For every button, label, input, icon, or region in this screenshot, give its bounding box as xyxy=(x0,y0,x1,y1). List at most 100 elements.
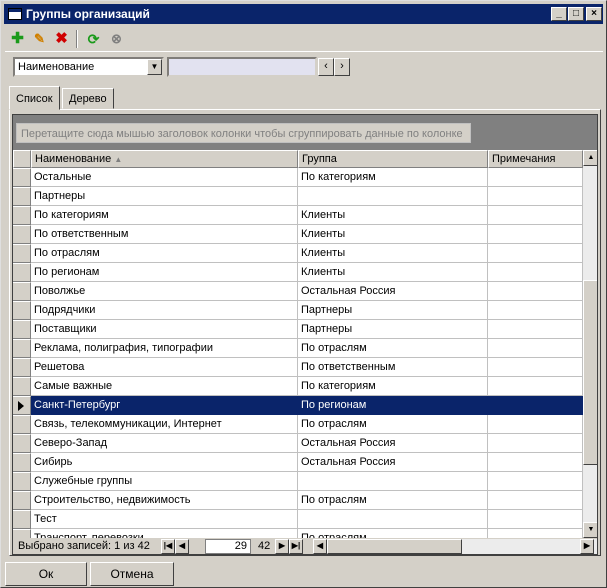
chevron-down-icon[interactable]: ▼ xyxy=(147,59,162,75)
tab-list[interactable]: Список xyxy=(9,86,60,110)
cell-group[interactable]: По отраслям xyxy=(298,529,488,538)
title-bar[interactable]: Группы организаций _ □ × xyxy=(4,4,603,24)
scroll-down-icon[interactable]: ▼ xyxy=(583,522,597,538)
table-row[interactable]: Служебные группы xyxy=(13,472,583,491)
row-indicator[interactable] xyxy=(13,453,31,472)
row-indicator[interactable] xyxy=(13,320,31,339)
cell-group[interactable]: Партнеры xyxy=(298,301,488,320)
next-match-button[interactable]: › xyxy=(334,58,350,76)
scroll-left-icon[interactable]: ◀ xyxy=(313,539,327,554)
cell-notes[interactable] xyxy=(488,472,583,491)
cell-group[interactable] xyxy=(298,187,488,206)
row-indicator[interactable] xyxy=(13,263,31,282)
row-indicator[interactable] xyxy=(13,529,31,538)
filter-field-select[interactable]: Наименование ▼ xyxy=(13,57,164,77)
table-row[interactable]: Реклама, полиграфия, типографии По отрасл… xyxy=(13,339,583,358)
table-row[interactable]: По регионам Клиенты xyxy=(13,263,583,282)
cell-notes[interactable] xyxy=(488,320,583,339)
cell-group[interactable] xyxy=(298,510,488,529)
filter-value-input[interactable] xyxy=(167,57,317,77)
table-row[interactable]: Сибирь Остальная Россия xyxy=(13,453,583,472)
cell-notes[interactable] xyxy=(488,529,583,538)
cell-notes[interactable] xyxy=(488,282,583,301)
cell-name[interactable]: Партнеры xyxy=(31,187,298,206)
prev-match-button[interactable]: ‹ xyxy=(318,58,334,76)
cell-notes[interactable] xyxy=(488,187,583,206)
cell-name[interactable]: По категориям xyxy=(31,206,298,225)
row-indicator[interactable] xyxy=(13,396,31,415)
cell-name[interactable]: Остальные xyxy=(31,168,298,187)
table-row[interactable]: По отраслям Клиенты xyxy=(13,244,583,263)
row-indicator[interactable] xyxy=(13,491,31,510)
cell-group[interactable]: Клиенты xyxy=(298,225,488,244)
cell-name[interactable]: Решетова xyxy=(31,358,298,377)
cell-name[interactable]: По регионам xyxy=(31,263,298,282)
cell-name[interactable]: Строительство, недвижимость xyxy=(31,491,298,510)
cell-notes[interactable] xyxy=(488,339,583,358)
table-row[interactable]: Северо-Запад Остальная Россия xyxy=(13,434,583,453)
table-row[interactable]: Решетова По ответственным xyxy=(13,358,583,377)
cell-notes[interactable] xyxy=(488,491,583,510)
cell-group[interactable]: Клиенты xyxy=(298,263,488,282)
current-record-input[interactable]: 29 xyxy=(205,539,251,554)
cell-group[interactable]: Клиенты xyxy=(298,206,488,225)
close-button[interactable]: × xyxy=(586,7,602,21)
cell-notes[interactable] xyxy=(488,396,583,415)
cell-group[interactable]: По отраслям xyxy=(298,339,488,358)
cell-notes[interactable] xyxy=(488,415,583,434)
cell-name[interactable]: Тест xyxy=(31,510,298,529)
cell-notes[interactable] xyxy=(488,263,583,282)
table-row[interactable]: Партнеры xyxy=(13,187,583,206)
row-indicator[interactable] xyxy=(13,206,31,225)
prev-page-icon[interactable]: ◀ xyxy=(175,539,189,554)
row-indicator[interactable] xyxy=(13,472,31,491)
row-indicator[interactable] xyxy=(13,434,31,453)
table-row[interactable]: Поставщики Партнеры xyxy=(13,320,583,339)
column-header-name[interactable]: Наименование ▲ xyxy=(31,150,298,168)
refresh-icon[interactable]: ⟳ xyxy=(83,29,104,50)
cell-group[interactable]: По категориям xyxy=(298,377,488,396)
table-row[interactable]: Остальные По категориям xyxy=(13,168,583,187)
row-indicator[interactable] xyxy=(13,377,31,396)
cell-name[interactable]: По ответственным xyxy=(31,225,298,244)
cell-group[interactable]: По отраслям xyxy=(298,415,488,434)
table-row[interactable]: По ответственным Клиенты xyxy=(13,225,583,244)
row-indicator[interactable] xyxy=(13,510,31,529)
table-row[interactable]: Поволжье Остальная Россия xyxy=(13,282,583,301)
cell-group[interactable]: Партнеры xyxy=(298,320,488,339)
tab-tree[interactable]: Дерево xyxy=(62,88,114,109)
cell-notes[interactable] xyxy=(488,358,583,377)
row-indicator[interactable] xyxy=(13,225,31,244)
cell-name[interactable]: Транспорт, перевозки xyxy=(31,529,298,538)
row-indicator[interactable] xyxy=(13,282,31,301)
column-header-notes[interactable]: Примечания xyxy=(488,150,583,168)
cell-name[interactable]: Поволжье xyxy=(31,282,298,301)
cancel-button[interactable]: Отмена xyxy=(90,562,174,586)
table-row[interactable]: Связь, телекоммуникации, Интернет По отра… xyxy=(13,415,583,434)
cell-notes[interactable] xyxy=(488,510,583,529)
cell-notes[interactable] xyxy=(488,377,583,396)
cell-notes[interactable] xyxy=(488,434,583,453)
group-by-panel[interactable]: Перетащите сюда мышью заголовок колонки … xyxy=(16,123,471,143)
cell-name[interactable]: Подрядчики xyxy=(31,301,298,320)
row-indicator[interactable] xyxy=(13,187,31,206)
horizontal-scroll-thumb[interactable] xyxy=(327,539,462,554)
cell-notes[interactable] xyxy=(488,225,583,244)
cell-name[interactable]: Поставщики xyxy=(31,320,298,339)
table-row[interactable]: Санкт-Петербург По регионам xyxy=(13,396,583,415)
scroll-up-icon[interactable]: ▲ xyxy=(583,150,597,166)
row-indicator[interactable] xyxy=(13,168,31,187)
vertical-scroll-thumb[interactable] xyxy=(583,280,597,465)
cell-name[interactable]: Сибирь xyxy=(31,453,298,472)
row-indicator[interactable] xyxy=(13,415,31,434)
cell-name[interactable]: Реклама, полиграфия, типографии xyxy=(31,339,298,358)
row-indicator[interactable] xyxy=(13,244,31,263)
cell-group[interactable]: По регионам xyxy=(298,396,488,415)
pencil-icon[interactable]: ✎ xyxy=(29,29,50,50)
cell-group[interactable]: По ответственным xyxy=(298,358,488,377)
table-row[interactable]: Самые важные По категориям xyxy=(13,377,583,396)
cell-notes[interactable] xyxy=(488,453,583,472)
cell-name[interactable]: Связь, телекоммуникации, Интернет xyxy=(31,415,298,434)
cell-name[interactable]: Санкт-Петербург xyxy=(31,396,298,415)
cell-group[interactable]: Остальная Россия xyxy=(298,453,488,472)
